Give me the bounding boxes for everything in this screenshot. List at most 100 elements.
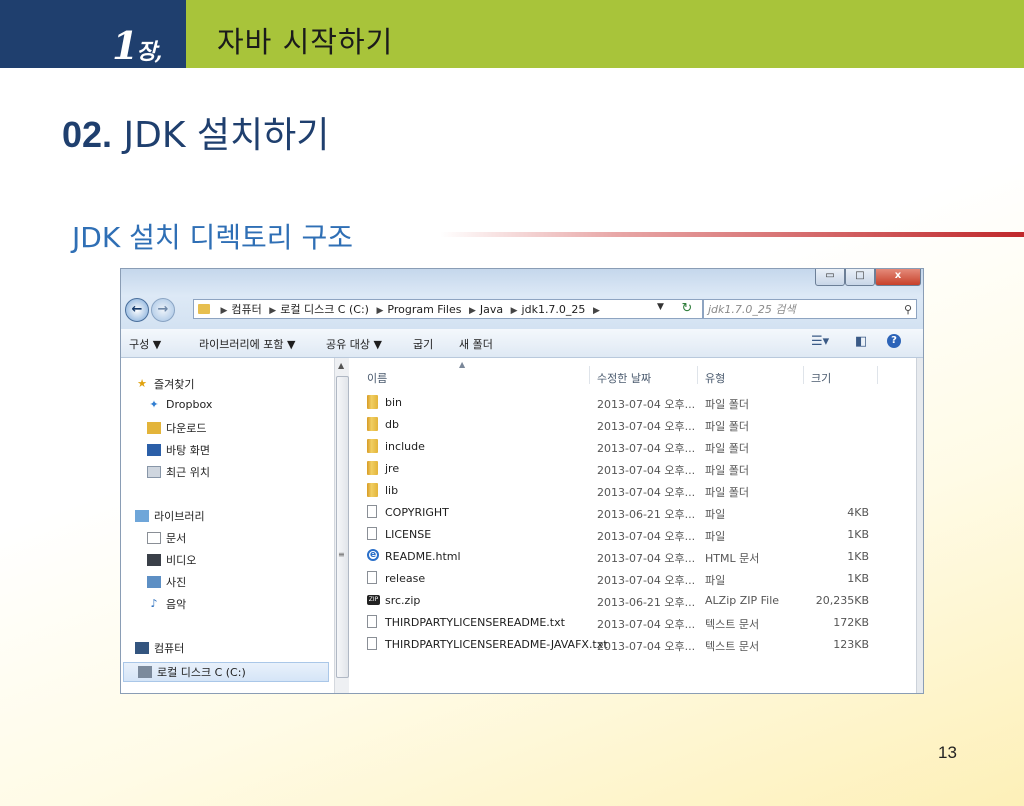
chevron-right-icon: ▶ (468, 306, 476, 316)
preview-pane-icon[interactable]: ◧ (855, 334, 867, 349)
breadcrumb-jdk[interactable]: jdk1.7.0_25 (522, 303, 586, 316)
window-chrome: ▭ □ x ← → ▶ 컴퓨터 ▶ 로컬 디스크 C (C:) ▶ Program F… (121, 269, 923, 329)
column-header-size[interactable]: 크기 (811, 370, 831, 386)
breadcrumb-java[interactable]: Java (480, 303, 503, 316)
scroll-up-icon[interactable]: ▲ (338, 361, 344, 370)
nav-pictures[interactable]: 사진 (147, 574, 186, 590)
file-type: 파일 (705, 530, 726, 543)
drive-icon (138, 666, 152, 678)
nav-libraries[interactable]: 라이브러리 (135, 508, 205, 524)
minimize-button[interactable]: ▭ (815, 269, 845, 286)
nav-videos[interactable]: 비디오 (147, 552, 196, 568)
column-divider[interactable] (589, 366, 590, 384)
address-bar[interactable]: ▶ 컴퓨터 ▶ 로컬 디스크 C (C:) ▶ Program Files ▶ Java… (193, 299, 703, 319)
share-with-menu[interactable]: 공유 대상 ▼ (326, 336, 382, 352)
nav-dropbox[interactable]: ✦ Dropbox (147, 398, 212, 411)
chevron-right-icon: ▶ (376, 306, 384, 316)
file-name: README.html (385, 550, 461, 563)
file-row[interactable]: e README.html 2013-07-04 오후... HTML 문서 1KB (349, 546, 917, 568)
breadcrumb-computer[interactable]: 컴퓨터 (231, 303, 261, 316)
forward-button[interactable]: → (151, 298, 175, 322)
nav-documents[interactable]: 문서 (147, 530, 186, 546)
refresh-icon[interactable]: ↻ (676, 299, 698, 319)
page-number: 13 (938, 743, 957, 762)
search-icon[interactable]: ⚲ (904, 300, 912, 320)
file-icon (367, 637, 377, 650)
file-date: 2013-07-04 오후... (597, 574, 696, 587)
file-size: 1KB (847, 572, 869, 585)
file-list: ▲ 이름 수정한 날짜 유형 크기 bin 2013-07-04 오후... 파일 … (349, 358, 917, 693)
view-options-icon[interactable]: ☰▾ (811, 334, 829, 349)
folder-icon (198, 304, 210, 314)
computer-icon (135, 642, 149, 654)
nav-label: 비디오 (166, 554, 197, 567)
file-name: bin (385, 396, 403, 409)
header-title: 자바 시작하기 (217, 25, 394, 59)
file-row[interactable]: ZIP src.zip 2013-06-21 오후... ALZip ZIP File… (349, 590, 917, 612)
file-icon (367, 527, 377, 540)
folder-icon (367, 483, 378, 497)
file-row[interactable]: jre 2013-07-04 오후... 파일 폴더 (349, 458, 917, 480)
column-header-type[interactable]: 유형 (705, 370, 725, 386)
new-folder-button[interactable]: 새 폴더 (459, 336, 493, 352)
nav-label: Dropbox (166, 398, 213, 411)
file-row[interactable]: include 2013-07-04 오후... 파일 폴더 (349, 436, 917, 458)
list-scrollbar[interactable] (916, 358, 923, 693)
organize-menu[interactable]: 구성 ▼ (129, 336, 161, 352)
recent-places-icon (147, 466, 161, 478)
file-type: HTML 문서 (705, 552, 760, 565)
ie-html-icon: e (367, 549, 379, 561)
include-library-menu[interactable]: 라이브러리에 포함 ▼ (199, 336, 295, 352)
back-button[interactable]: ← (125, 298, 149, 322)
file-name: db (385, 418, 399, 431)
chapter-band: 1장, (0, 0, 186, 68)
column-divider[interactable] (877, 366, 878, 384)
maximize-button[interactable]: □ (845, 269, 875, 286)
column-divider[interactable] (803, 366, 804, 384)
address-dropdown-icon[interactable]: ▼ (657, 302, 664, 312)
nav-label: 로컬 디스크 C (C:) (157, 666, 246, 679)
nav-music[interactable]: ♪ 음악 (147, 596, 186, 612)
column-header-name[interactable]: 이름 (367, 370, 387, 386)
nav-local-disk[interactable]: 로컬 디스크 C (C:) (123, 662, 329, 682)
file-row[interactable]: lib 2013-07-04 오후... 파일 폴더 (349, 480, 917, 502)
file-row[interactable]: db 2013-07-04 오후... 파일 폴더 (349, 414, 917, 436)
file-date: 2013-07-04 오후... (597, 640, 696, 653)
file-row[interactable]: THIRDPARTYLICENSEREADME.txt 2013-07-04 오후… (349, 612, 917, 634)
page-title: 02. JDK 설치하기 (62, 106, 329, 158)
libraries-icon (135, 510, 149, 522)
scroll-grip-icon: ≡ (338, 550, 345, 559)
nav-desktop[interactable]: 바탕 화면 (147, 442, 210, 458)
breadcrumb-local-disk[interactable]: 로컬 디스크 C (C:) (280, 303, 369, 316)
help-icon[interactable]: ? (887, 334, 901, 348)
column-header-date[interactable]: 수정한 날짜 (597, 370, 651, 386)
file-type: 파일 폴더 (705, 486, 749, 499)
file-size: 123KB (833, 638, 869, 651)
breadcrumb-program-files[interactable]: Program Files (387, 303, 461, 316)
column-divider[interactable] (697, 366, 698, 384)
nav-label: 음악 (166, 598, 187, 611)
chevron-right-icon: ▶ (592, 306, 600, 316)
nav-scrollbar[interactable]: ▲ ≡ (334, 358, 349, 693)
scrollbar-thumb[interactable] (336, 376, 349, 678)
file-row[interactable]: COPYRIGHT 2013-06-21 오후... 파일 4KB (349, 502, 917, 524)
close-button[interactable]: x (875, 269, 921, 286)
file-row[interactable]: bin 2013-07-04 오후... 파일 폴더 (349, 392, 917, 414)
nav-favorites[interactable]: ★ 즐겨찾기 (135, 376, 194, 392)
nav-label: 최근 위치 (166, 466, 210, 479)
star-icon: ★ (137, 377, 147, 390)
file-row[interactable]: THIRDPARTYLICENSEREADME-JAVAFX.txt 2013-0… (349, 634, 917, 656)
file-row[interactable]: release 2013-07-04 오후... 파일 1KB (349, 568, 917, 590)
file-date: 2013-07-04 오후... (597, 442, 696, 455)
section-subtitle: JDK 설치 디렉토리 구조 (72, 221, 353, 254)
nav-downloads[interactable]: 다운로드 (147, 420, 206, 436)
file-row[interactable]: LICENSE 2013-07-04 오후... 파일 1KB (349, 524, 917, 546)
file-name: COPYRIGHT (385, 506, 449, 519)
nav-computer[interactable]: 컴퓨터 (135, 640, 184, 656)
search-input[interactable]: jdk1.7.0_25 검색 ⚲ (703, 299, 917, 319)
zip-icon: ZIP (367, 595, 380, 605)
burn-button[interactable]: 굽기 (413, 336, 433, 352)
dropbox-icon: ✦ (149, 397, 159, 411)
file-type: 파일 폴더 (705, 442, 749, 455)
nav-recent[interactable]: 최근 위치 (147, 464, 210, 480)
